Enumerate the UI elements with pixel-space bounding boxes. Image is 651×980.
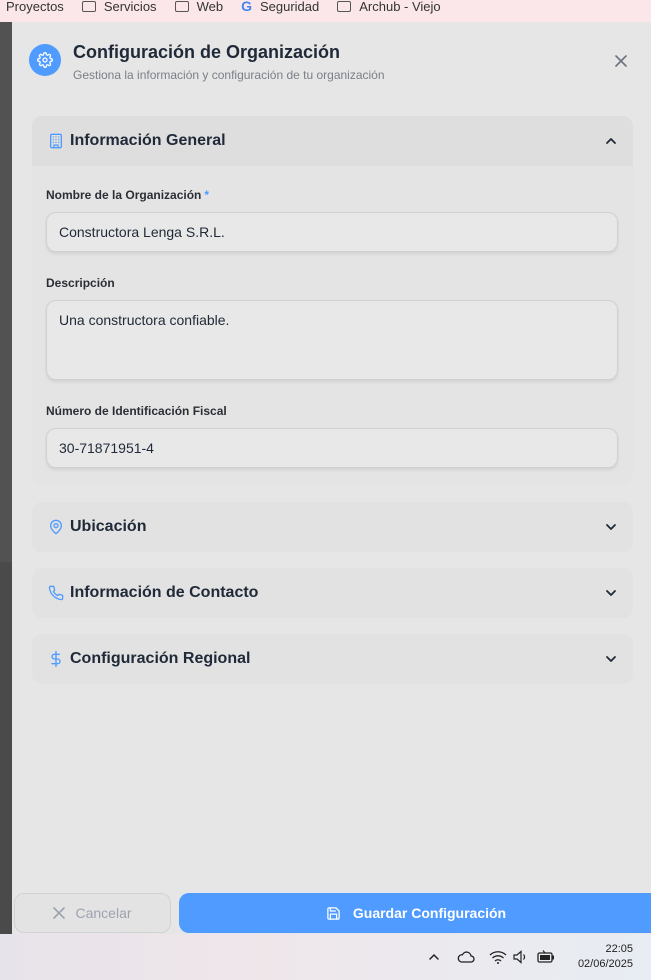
- backdrop-strip: [0, 22, 12, 934]
- bookmarks-bar: Proyectos Servicios Web G Seguridad Archu…: [0, 0, 651, 22]
- chevron-down-icon[interactable]: [603, 651, 619, 667]
- save-label: Guardar Configuración: [352, 905, 507, 921]
- bookmark-web[interactable]: Web: [174, 0, 224, 14]
- dollar-icon: [46, 649, 66, 669]
- cancel-button[interactable]: Cancelar: [14, 893, 171, 933]
- cloud-icon[interactable]: [456, 948, 476, 966]
- bookmark-label: Archub - Viejo: [359, 0, 441, 14]
- bookmark-label: Seguridad: [259, 0, 320, 14]
- save-button[interactable]: Guardar Configuración: [179, 893, 651, 933]
- section-title: Configuración Regional: [70, 650, 251, 667]
- description-label: Descripción: [46, 276, 115, 290]
- dialog-subtitle: Gestiona la información y configuración …: [73, 68, 385, 82]
- tax-id-input[interactable]: 30-71871951-4: [46, 428, 618, 468]
- section-header-general-info[interactable]: Información General: [32, 116, 633, 166]
- google-icon: G: [241, 0, 252, 14]
- cancel-label: Cancelar: [75, 905, 132, 921]
- bookmark-label: Web: [196, 0, 224, 14]
- section-title: Información de Contacto: [70, 584, 259, 601]
- section-header-regional[interactable]: Configuración Regional: [32, 634, 633, 684]
- dialog-title: Configuración de Organización: [73, 42, 341, 62]
- section-title: Ubicación: [70, 518, 147, 535]
- wifi-icon[interactable]: [488, 948, 508, 966]
- chevron-up-icon[interactable]: [426, 948, 442, 966]
- section-title: Información General: [70, 132, 226, 149]
- volume-icon[interactable]: [512, 948, 530, 966]
- description-textarea[interactable]: Una constructora confiable.: [46, 300, 618, 380]
- org-name-value: Constructora Lenga S.R.L.: [59, 224, 225, 240]
- section-general-info: Información General Nombre de la Organiz…: [32, 116, 633, 484]
- chevron-up-icon[interactable]: [603, 133, 619, 149]
- tax-id-value: 30-71871951-4: [59, 440, 154, 456]
- save-icon: [327, 906, 340, 920]
- settings-dialog: Configuración de Organización Gestiona l…: [12, 22, 651, 934]
- bookmark-label: Proyectos: [6, 0, 64, 14]
- battery-icon[interactable]: [536, 948, 556, 966]
- chevron-down-icon[interactable]: [603, 519, 619, 535]
- system-clock[interactable]: 22:05 02/06/2025: [578, 942, 633, 972]
- tax-id-label: Número de Identificación Fiscal: [46, 404, 227, 418]
- chevron-down-icon[interactable]: [603, 585, 619, 601]
- section-header-contact[interactable]: Información de Contacto: [32, 568, 633, 618]
- org-name-label: Nombre de la Organización *: [46, 188, 210, 202]
- section-contact: Información de Contacto: [32, 568, 633, 618]
- bookmark-seguridad[interactable]: G Seguridad: [241, 0, 319, 14]
- bookmark-proyectos[interactable]: Proyectos: [6, 0, 64, 14]
- required-marker: *: [204, 188, 210, 202]
- map-pin-icon: [46, 517, 66, 537]
- gear-icon: [29, 44, 61, 76]
- close-icon: [615, 55, 627, 67]
- building-icon: [46, 131, 66, 151]
- bookmark-archub-viejo[interactable]: Archub - Viejo: [337, 0, 441, 14]
- clock-date: 02/06/2025: [577, 958, 633, 970]
- section-location: Ubicación: [32, 502, 633, 552]
- org-name-input[interactable]: Constructora Lenga S.R.L.: [46, 212, 618, 252]
- description-value: Una constructora confiable.: [59, 312, 230, 328]
- close-button[interactable]: [610, 50, 632, 72]
- bookmark-servicios[interactable]: Servicios: [81, 0, 157, 14]
- clock-time: 22:05: [605, 943, 633, 955]
- folder-icon: [81, 0, 96, 12]
- folder-icon: [174, 0, 189, 12]
- section-regional: Configuración Regional: [32, 634, 633, 684]
- folder-icon: [337, 0, 352, 12]
- section-header-location[interactable]: Ubicación: [32, 502, 633, 552]
- close-icon: [53, 907, 66, 919]
- bookmark-label: Servicios: [103, 0, 157, 14]
- taskbar: 22:05 02/06/2025: [0, 934, 651, 980]
- phone-icon: [46, 583, 66, 603]
